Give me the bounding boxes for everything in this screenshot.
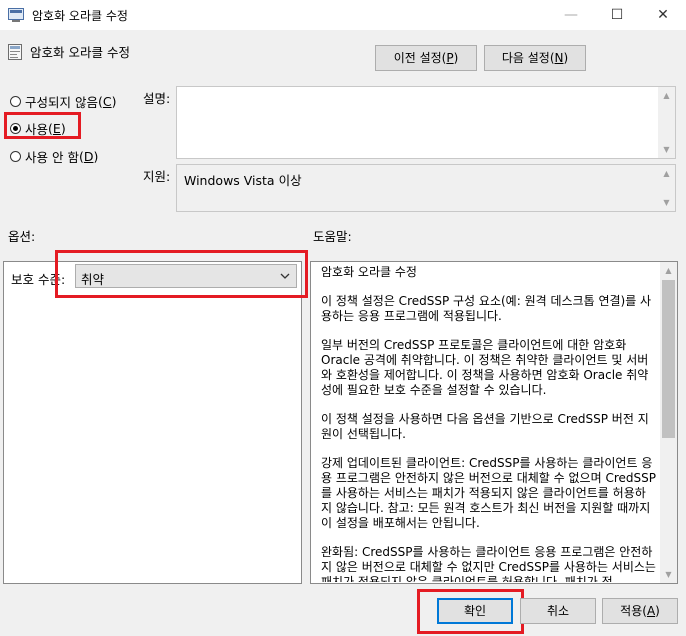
next-setting-label: 다음 설정 [501,51,550,65]
apply-button[interactable]: 적용(A) [602,598,678,624]
supported-box: Windows Vista 이상 ▲ ▼ [176,164,676,212]
previous-setting-accel: P [446,51,454,65]
help-paragraph: 완화됨: CredSSP를 사용하는 클라이언트 응용 프로그램은 안전하지 않… [321,545,656,582]
next-setting-accel: N [554,51,564,65]
protection-level-dropdown[interactable]: 취약 [75,264,297,288]
help-scrollbar[interactable]: ▲ ▼ [660,262,677,583]
help-paragraph: 암호화 오라클 수정 [321,265,417,279]
scroll-up-icon[interactable]: ▲ [660,262,677,279]
scroll-up-icon[interactable]: ▲ [658,165,675,182]
radio-enabled-circle[interactable] [10,123,21,134]
next-setting-button[interactable]: 다음 설정(N) [484,45,586,71]
help-label: 도움말: [313,229,352,244]
radio-disabled[interactable]: 사용 안 함(D) [10,147,98,166]
comment-scrollbar[interactable]: ▲ ▼ [658,87,675,158]
protection-level-value: 취약 [81,272,105,287]
help-paragraph: 이 정책 설정은 CredSSP 구성 요소(예: 원격 데스크톱 연결)를 사… [321,294,652,323]
radio-enabled-label: 사용 [25,122,49,137]
radio-not-configured-label: 구성되지 않음 [25,95,98,110]
radio-not-configured-circle[interactable] [10,96,21,107]
apply-label: 적용 [620,604,643,618]
title-bar: 암호화 오라클 수정 — ☐ ✕ [0,0,686,30]
comment-textarea[interactable]: ▲ ▼ [176,86,676,159]
supported-value: Windows Vista 이상 [184,173,302,188]
scroll-up-icon[interactable]: ▲ [658,87,675,104]
previous-setting-button[interactable]: 이전 설정(P) [375,45,477,71]
scroll-down-icon[interactable]: ▼ [658,194,675,211]
help-scroll-thumb[interactable] [662,280,675,438]
cancel-button[interactable]: 취소 [520,598,596,624]
help-panel: 암호화 오라클 수정 이 정책 설정은 CredSSP 구성 요소(예: 원격 … [310,261,678,584]
radio-disabled-circle[interactable] [10,151,21,162]
options-panel: 보호 수준: [3,261,302,584]
scroll-down-icon[interactable]: ▼ [658,141,675,158]
comment-label: 설명: [143,91,171,106]
window-title: 암호화 오라클 수정 [32,9,128,23]
apply-accel: A [646,604,656,618]
radio-disabled-label: 사용 안 함 [25,150,79,165]
radio-enabled-accel: E [52,121,61,136]
help-paragraph: 이 정책 설정을 사용하면 다음 옵션을 기반으로 CredSSP 버전 지원이… [321,412,649,441]
options-label: 옵션: [8,229,36,244]
help-paragraph: 강제 업데이트된 클라이언트: CredSSP를 사용하는 클라이언트 응용 프… [321,456,656,530]
scroll-down-icon[interactable]: ▼ [660,566,677,583]
previous-setting-label: 이전 설정 [393,51,442,65]
radio-disabled-accel: D [83,149,94,164]
policy-title: 암호화 오라클 수정 [30,45,130,60]
close-button[interactable]: ✕ [640,0,686,30]
policy-setting-icon [8,44,22,60]
maximize-button[interactable]: ☐ [594,0,640,30]
chevron-down-icon [280,273,290,279]
minimize-button[interactable]: — [548,0,594,30]
supported-label: 지원: [143,169,171,184]
supported-scrollbar[interactable]: ▲ ▼ [658,165,675,211]
ok-button[interactable]: 확인 [437,598,513,624]
radio-enabled[interactable]: 사용(E) [10,119,66,138]
policy-window-icon [8,8,24,22]
help-paragraph: 일부 버전의 CredSSP 프로토콜은 클라이언트에 대한 암호화 Oracl… [321,338,649,397]
radio-not-configured[interactable]: 구성되지 않음(C) [10,92,117,111]
radio-not-configured-accel: C [102,94,112,109]
help-text: 암호화 오라클 수정 이 정책 설정은 CredSSP 구성 요소(예: 원격 … [311,262,662,582]
